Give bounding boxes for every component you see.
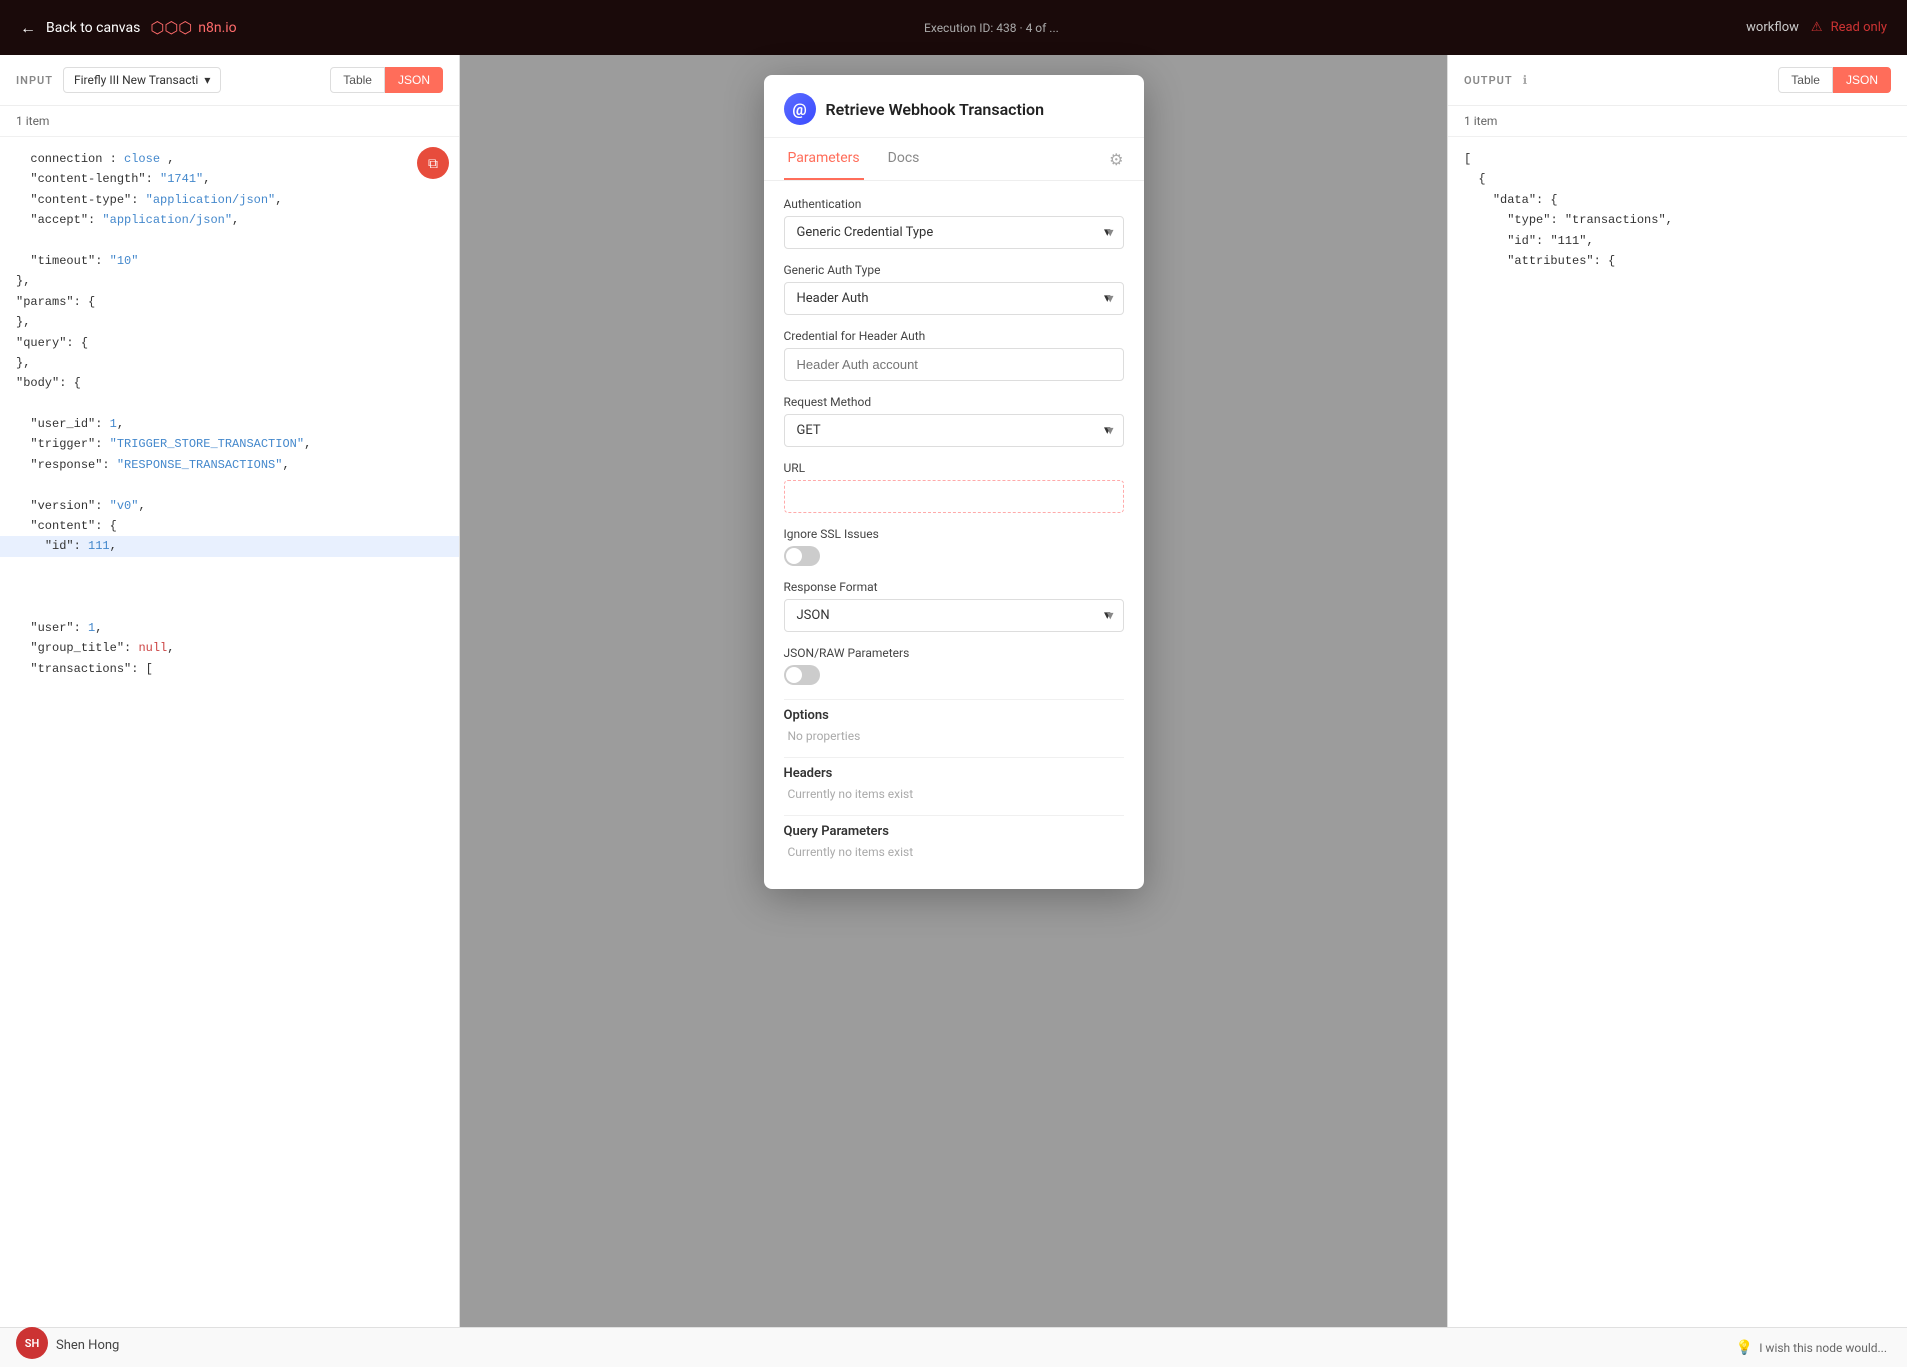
response-format-chevron-icon: ▾ <box>1104 608 1111 623</box>
credential-group: Credential for Header Auth <box>784 329 1124 381</box>
output-json-btn[interactable]: JSON <box>1833 67 1891 93</box>
dialog-body: Authentication Generic Credential Type ▾… <box>764 181 1144 889</box>
settings-gear-icon[interactable]: ⚙ <box>1109 150 1123 169</box>
output-view-toggle: Table JSON <box>1778 67 1891 93</box>
response-format-wrapper[interactable]: JSON ▾ <box>784 599 1124 632</box>
input-table-btn[interactable]: Table <box>330 67 385 93</box>
output-table-btn[interactable]: Table <box>1778 67 1833 93</box>
query-params-section-title: Query Parameters <box>784 824 1124 839</box>
warning-icon: ⚠ <box>1811 20 1823 35</box>
logo-dots-icon: ⬡⬡⬡ <box>150 18 192 37</box>
headers-section-title: Headers <box>784 766 1124 781</box>
main-layout: INPUT Firefly III New Transacti ▾ Table … <box>0 55 1907 1367</box>
back-to-canvas[interactable]: ← Back to canvas ⬡⬡⬡ n8n.io <box>20 18 237 38</box>
url-input[interactable] <box>784 480 1124 513</box>
output-info-icon[interactable]: ℹ <box>1523 73 1528 87</box>
authentication-select-wrapper[interactable]: Generic Credential Type ▾ <box>784 216 1124 249</box>
ignore-ssl-group: Ignore SSL Issues <box>784 527 1124 566</box>
tab-docs[interactable]: Docs <box>884 138 924 180</box>
url-group: URL <box>784 461 1124 513</box>
request-method-wrapper[interactable]: GET ▾ <box>784 414 1124 447</box>
tab-parameters[interactable]: Parameters <box>784 138 864 180</box>
workflow-label: workflow <box>1746 20 1799 35</box>
dropdown-chevron-icon: ▾ <box>204 73 210 87</box>
ignore-ssl-toggle[interactable] <box>784 546 820 566</box>
options-group: Options No properties <box>784 708 1124 743</box>
headers-group: Headers Currently no items exist <box>784 766 1124 801</box>
input-code-area: ⧉ connection : close , "content-length":… <box>0 137 459 1367</box>
credential-label: Credential for Header Auth <box>784 329 1124 343</box>
input-json-btn[interactable]: JSON <box>385 67 443 93</box>
response-format-label: Response Format <box>784 580 1124 594</box>
response-format-group: Response Format JSON ▾ <box>784 580 1124 632</box>
options-empty: No properties <box>784 729 1124 743</box>
execution-info: Execution ID: 438 · 4 of ... <box>924 21 1059 35</box>
json-raw-group: JSON/RAW Parameters <box>784 646 1124 685</box>
auth-chevron-icon: ▾ <box>1104 225 1111 240</box>
url-label: URL <box>784 461 1124 475</box>
generic-auth-type-group: Generic Auth Type Header Auth ▾ <box>784 263 1124 315</box>
bottom-bar-text: I wish this node would... <box>1759 1341 1887 1355</box>
output-item-count: 1 item <box>1448 106 1907 137</box>
headers-empty: Currently no items exist <box>784 787 1124 801</box>
readonly-badge: ⚠ Read only <box>1811 20 1887 35</box>
dialog: @ Retrieve Webhook Transaction Parameter… <box>764 75 1144 889</box>
request-method-select[interactable]: GET ▾ <box>784 414 1124 447</box>
ignore-ssl-label: Ignore SSL Issues <box>784 527 1124 541</box>
request-method-label: Request Method <box>784 395 1124 409</box>
query-params-empty: Currently no items exist <box>784 845 1124 859</box>
input-view-toggle: Table JSON <box>330 67 443 93</box>
user-avatar: SH <box>16 1327 48 1359</box>
logo-text: n8n.io <box>198 20 236 36</box>
method-chevron-icon: ▾ <box>1104 423 1111 438</box>
lightbulb-icon: 💡 <box>1736 1340 1753 1356</box>
options-section-title: Options <box>784 708 1124 723</box>
generic-auth-type-select[interactable]: Header Auth ▾ <box>784 282 1124 315</box>
copy-button[interactable]: ⧉ <box>417 147 449 179</box>
credential-input[interactable] <box>784 348 1124 381</box>
back-label: Back to canvas <box>46 20 140 36</box>
authentication-group: Authentication Generic Credential Type ▾ <box>784 197 1124 249</box>
user-name: Shen Hong <box>56 1338 119 1353</box>
bottom-bar: SH Shen Hong 💡 I wish this node would... <box>0 1327 1907 1367</box>
divider-2 <box>784 757 1124 758</box>
json-raw-label: JSON/RAW Parameters <box>784 646 1124 660</box>
dialog-tabs: Parameters Docs ⚙ <box>764 138 1144 181</box>
query-params-group: Query Parameters Currently no items exis… <box>784 824 1124 859</box>
json-raw-toggle[interactable] <box>784 665 820 685</box>
authentication-label: Authentication <box>784 197 1124 211</box>
dialog-icon: @ <box>784 93 816 125</box>
output-label: OUTPUT <box>1464 74 1513 87</box>
back-arrow-icon: ← <box>20 18 36 38</box>
output-panel: OUTPUT ℹ Table JSON 1 item [ { "data": {… <box>1447 55 1907 1367</box>
generic-auth-chevron-icon: ▾ <box>1104 291 1111 306</box>
response-format-select[interactable]: JSON ▾ <box>784 599 1124 632</box>
logo: ⬡⬡⬡ n8n.io <box>150 18 236 37</box>
input-item-count: 1 item <box>0 106 459 137</box>
divider-1 <box>784 699 1124 700</box>
generic-auth-type-label: Generic Auth Type <box>784 263 1124 277</box>
input-panel-header: INPUT Firefly III New Transacti ▾ Table … <box>0 55 459 106</box>
input-label: INPUT <box>16 74 53 87</box>
top-bar: ← Back to canvas ⬡⬡⬡ n8n.io Execution ID… <box>0 0 1907 55</box>
input-source-dropdown[interactable]: Firefly III New Transacti ▾ <box>63 67 221 93</box>
output-code-area: [ { "data": { "type": "transactions", "i… <box>1448 137 1907 1367</box>
authentication-select[interactable]: Generic Credential Type ▾ <box>784 216 1124 249</box>
generic-auth-type-wrapper[interactable]: Header Auth ▾ <box>784 282 1124 315</box>
divider-3 <box>784 815 1124 816</box>
center-area: @ Retrieve Webhook Transaction Parameter… <box>460 55 1447 1367</box>
dialog-title-bar: @ Retrieve Webhook Transaction <box>764 75 1144 138</box>
dialog-backdrop[interactable]: @ Retrieve Webhook Transaction Parameter… <box>460 55 1447 1367</box>
dialog-title: Retrieve Webhook Transaction <box>826 100 1045 119</box>
output-panel-header: OUTPUT ℹ Table JSON <box>1448 55 1907 106</box>
request-method-group: Request Method GET ▾ <box>784 395 1124 447</box>
input-panel: INPUT Firefly III New Transacti ▾ Table … <box>0 55 460 1367</box>
